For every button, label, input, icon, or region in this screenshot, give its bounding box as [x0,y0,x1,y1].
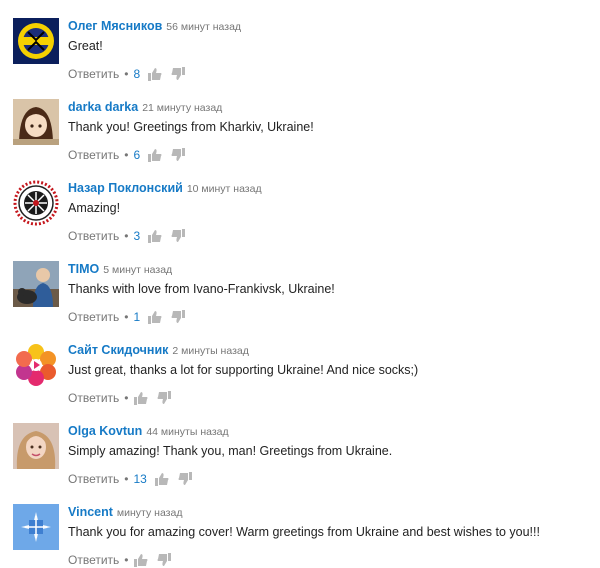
comment-actions: Ответить • 6 [68,147,590,163]
thumbs-down-icon[interactable] [171,229,186,243]
like-count: 8 [133,67,141,81]
comment-timestamp[interactable]: 2 минуты назад [172,345,248,357]
avatar[interactable] [13,99,59,145]
thumbs-down-icon[interactable] [157,553,171,567]
comment-timestamp[interactable]: 56 минут назад [166,21,241,33]
like-count: 3 [133,229,141,243]
comment-text: Great! [68,39,103,53]
comment-author[interactable]: Сайт Скидочник [68,343,168,357]
like-count: 13 [133,472,147,486]
comment-timestamp[interactable]: 5 минут назад [103,264,172,276]
comment-text: Amazing! [68,201,121,215]
thumbs-up-icon[interactable] [133,391,148,405]
comment-item: Олег Мясников 56 минут назад Great! Ответ… [0,0,600,81]
comment-timestamp[interactable]: 10 минут назад [187,183,262,195]
thumbs-down-icon[interactable] [157,391,171,405]
comment-actions: Ответить • 3 [68,228,590,244]
separator: • [124,553,129,567]
avatar[interactable] [13,504,59,550]
avatar[interactable] [13,18,59,64]
thumbs-down-icon[interactable] [171,310,186,324]
thumbs-up-icon[interactable] [148,229,162,243]
comment-timestamp[interactable]: минуту назад [117,507,183,519]
comment-author[interactable]: Олег Мясников [68,19,162,33]
separator: • [124,229,129,243]
thumbs-down-icon[interactable] [171,148,186,162]
avatar[interactable] [13,261,59,307]
comment-author[interactable]: TIMO [68,262,99,276]
reply-button[interactable]: Ответить [68,471,119,487]
comment-author[interactable]: Назар Поклонский [68,181,183,195]
thumbs-up-icon[interactable] [148,67,162,81]
comment-text: Thank you! Greetings from Kharkiv, Ukrai… [68,120,314,134]
comment-text: Thank you for amazing cover! Warm greeti… [68,525,540,539]
comment-author[interactable]: Olga Kovtun [68,424,142,438]
thumbs-down-icon[interactable] [171,67,186,81]
comment-actions: Ответить • 1 [68,309,590,325]
reply-button[interactable]: Ответить [68,390,119,406]
like-count: 6 [133,148,141,162]
comment-text: Thanks with love from Ivano-Frankivsk, U… [68,282,335,296]
reply-button[interactable]: Ответить [68,309,119,325]
thumbs-up-icon[interactable] [148,310,162,324]
comment-item: Назар Поклонский 10 минут назад Amazing! … [0,162,600,243]
separator: • [124,472,129,486]
comment-timestamp[interactable]: 44 минуты назад [146,426,228,438]
comment-author[interactable]: Vincent [68,505,113,519]
avatar[interactable] [13,423,59,469]
avatar[interactable] [13,180,59,226]
comment-author[interactable]: darka darka [68,100,138,114]
comment-item: darka darka 21 минуту назад Thank you! Gr… [0,81,600,162]
thumbs-down-icon[interactable] [178,472,192,486]
reply-button[interactable]: Ответить [68,147,119,163]
comment-text: Simply amazing! Thank you, man! Greeting… [68,444,393,458]
comment-item: TIMO 5 минут назад Thanks with love from … [0,243,600,324]
separator: • [124,310,129,324]
thumbs-up-icon[interactable] [148,148,162,162]
comment-actions: Ответить • 13 [68,471,590,487]
separator: • [124,67,129,81]
comment-actions: Ответить • 8 [68,66,590,82]
comment-actions: Ответить • [68,552,590,568]
reply-button[interactable]: Ответить [68,66,119,82]
separator: • [124,148,129,162]
comment-text: Just great, thanks a lot for supporting … [68,363,419,377]
comment-timestamp[interactable]: 21 минуту назад [142,102,222,114]
comment-actions: Ответить • [68,390,590,406]
reply-button[interactable]: Ответить [68,552,119,568]
comment-item: Olga Kovtun 44 минуты назад Simply amazin… [0,405,600,486]
thumbs-up-icon[interactable] [133,553,148,567]
thumbs-up-icon[interactable] [154,472,169,486]
separator: • [124,391,129,405]
avatar[interactable] [13,342,59,388]
comment-item: Сайт Скидочник 2 минуты назад Just great,… [0,324,600,405]
reply-button[interactable]: Ответить [68,228,119,244]
like-count: 1 [133,310,141,324]
